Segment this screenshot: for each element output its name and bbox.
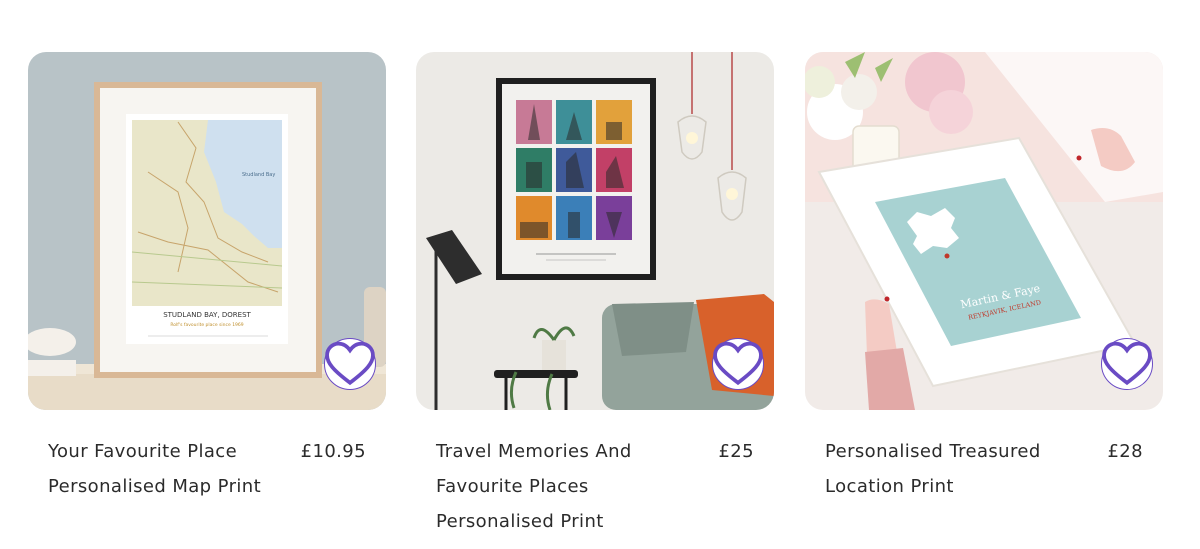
- svg-text:STUDLAND BAY, DOREST: STUDLAND BAY, DOREST: [163, 311, 251, 319]
- heart-outline-icon: [1102, 341, 1152, 386]
- product-info: Personalised Treasured Location Print £2…: [805, 434, 1163, 504]
- product-price: £28: [1107, 441, 1143, 462]
- favourite-button[interactable]: [712, 338, 764, 390]
- product-image[interactable]: [416, 52, 774, 410]
- svg-text:Studland Bay: Studland Bay: [242, 172, 275, 178]
- product-card: Martin & Faye REYKJAVIK, ICELAND Persona…: [805, 52, 1163, 504]
- product-title[interactable]: Personalised Treasured Location Print: [825, 434, 1055, 504]
- product-title[interactable]: Travel Memories And Favourite Places Per…: [436, 434, 666, 539]
- product-title[interactable]: Your Favourite Place Personalised Map Pr…: [48, 434, 278, 504]
- product-image[interactable]: Martin & Faye REYKJAVIK, ICELAND: [805, 52, 1163, 410]
- product-price: £25: [718, 441, 754, 462]
- heart-outline-icon: [325, 341, 375, 386]
- product-info: Your Favourite Place Personalised Map Pr…: [28, 434, 386, 504]
- product-info: Travel Memories And Favourite Places Per…: [416, 434, 774, 539]
- heart-outline-icon: [713, 341, 763, 386]
- product-card: Travel Memories And Favourite Places Per…: [416, 52, 774, 539]
- product-grid: Studland Bay STUDLAND BAY, DOREST Rolf's…: [0, 0, 1200, 549]
- favourite-button[interactable]: [1101, 338, 1153, 390]
- product-card: Studland Bay STUDLAND BAY, DOREST Rolf's…: [28, 52, 386, 504]
- product-image[interactable]: Studland Bay STUDLAND BAY, DOREST Rolf's…: [28, 52, 386, 410]
- product-price: £10.95: [300, 441, 366, 462]
- svg-text:Rolf's favourite place since 1: Rolf's favourite place since 1969: [170, 322, 243, 328]
- favourite-button[interactable]: [324, 338, 376, 390]
